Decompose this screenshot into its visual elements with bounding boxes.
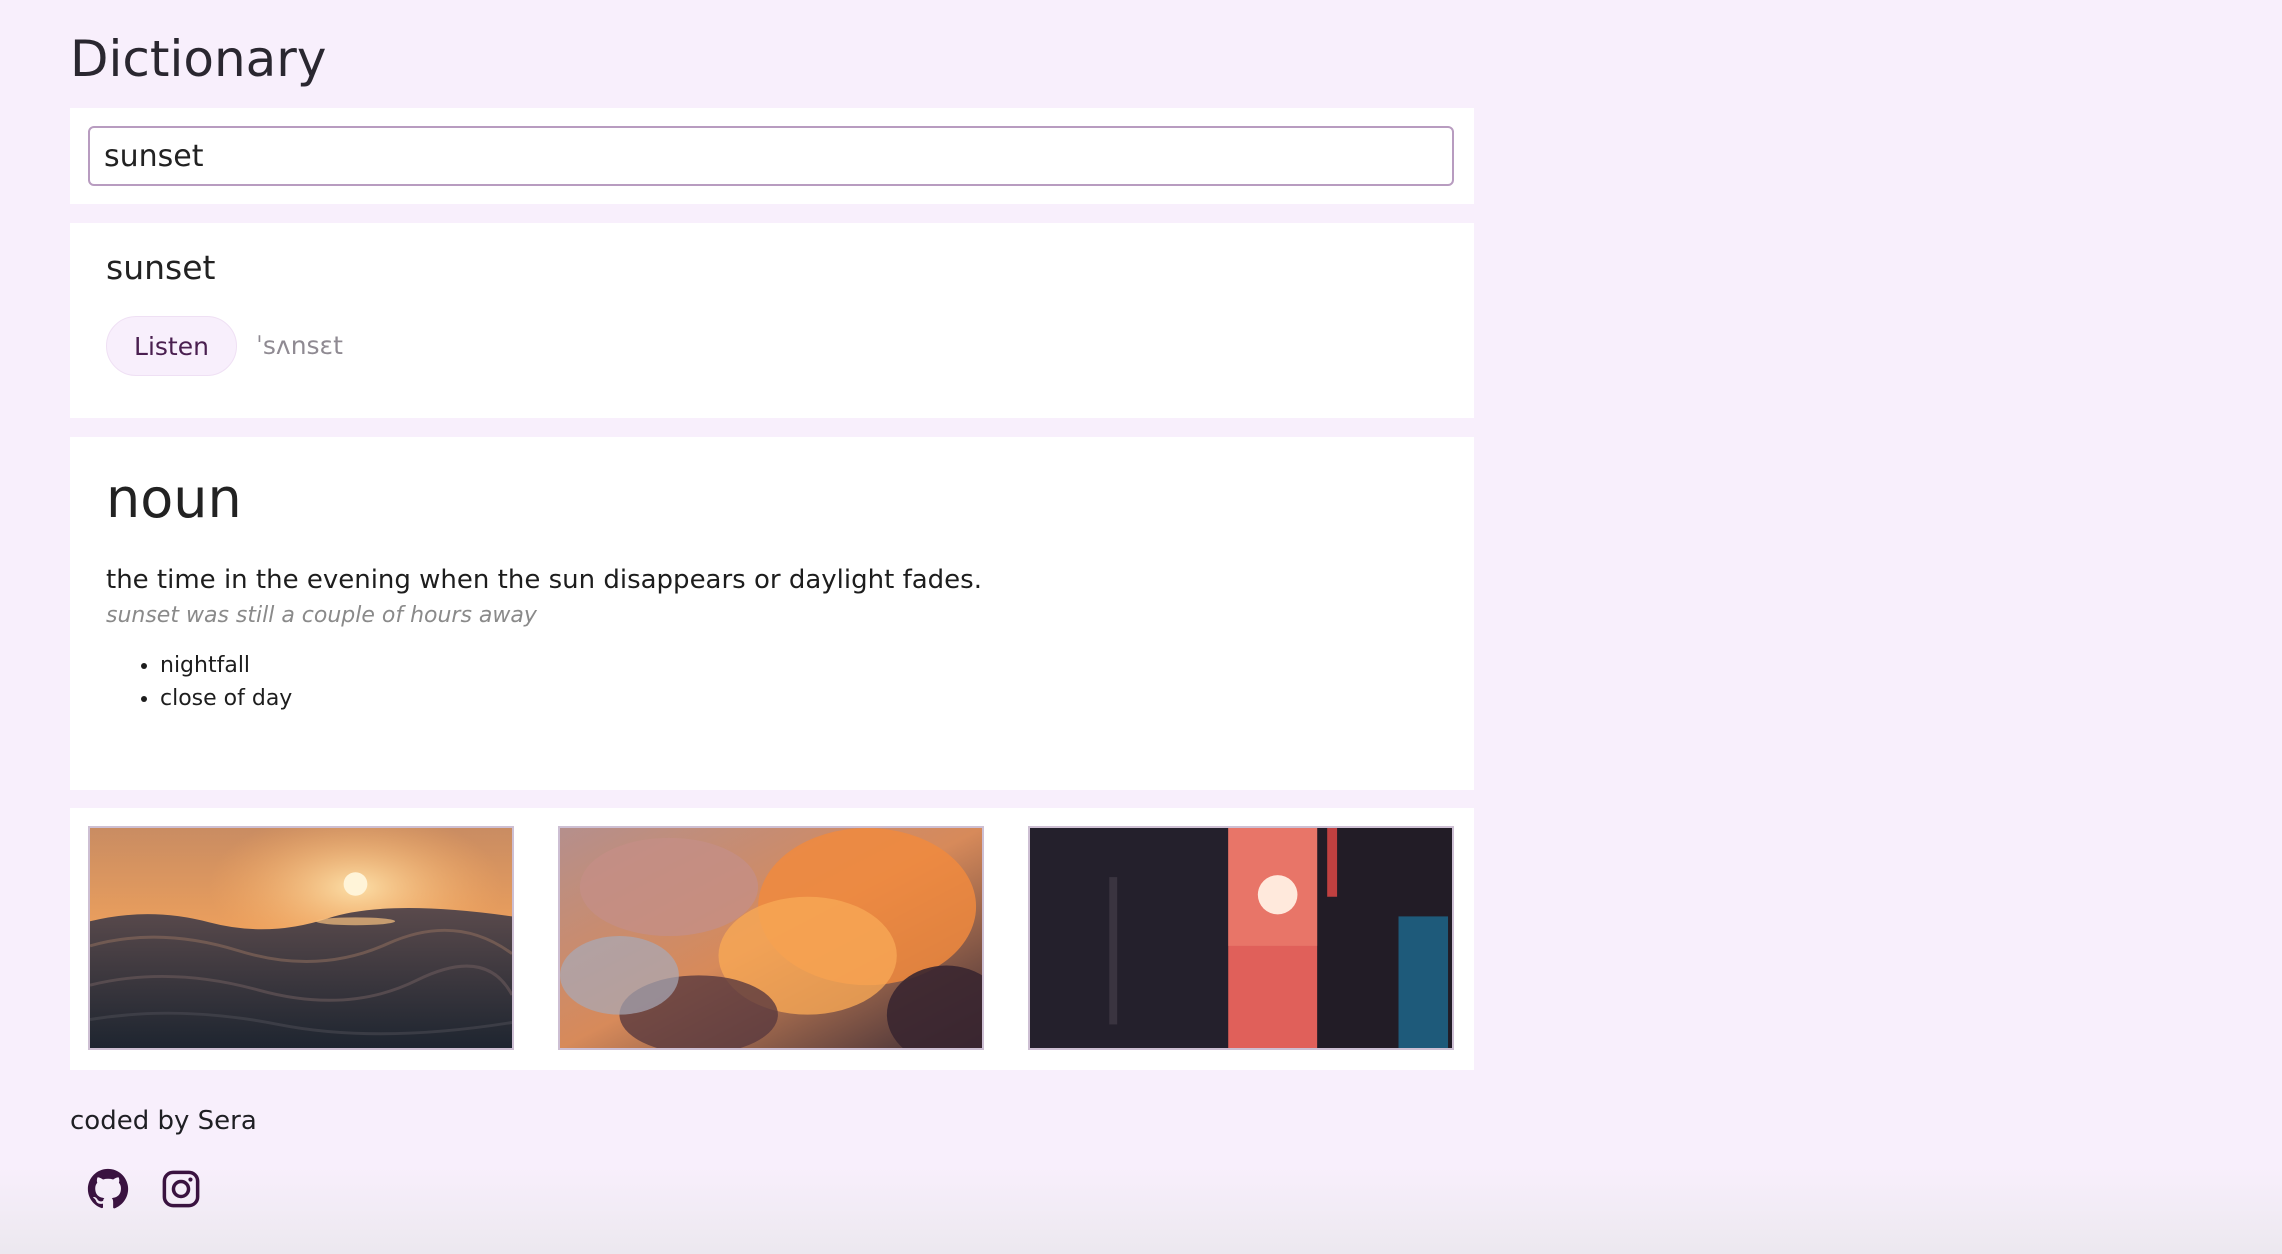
part-of-speech: noun [106, 467, 242, 530]
photos-section [70, 808, 1474, 1070]
meaning-section: noun the time in the evening when the su… [70, 437, 1474, 790]
sunset-clouds-photo[interactable] [558, 826, 984, 1050]
listen-button[interactable]: Listen [106, 316, 237, 376]
synonym-list: nightfall close of day [106, 649, 292, 715]
city-street-sunset-photo[interactable] [1028, 826, 1454, 1050]
word-section: sunset Listen ˈsʌnsɛt [70, 223, 1474, 418]
search-section [70, 108, 1474, 204]
synonym-item: nightfall [160, 649, 292, 682]
github-icon[interactable] [87, 1168, 129, 1210]
sunset-over-ocean-photo[interactable] [88, 826, 514, 1050]
app-title: Dictionary [70, 30, 327, 88]
example-text: sunset was still a couple of hours away [106, 603, 537, 628]
phonetic-text: ˈsʌnsɛt [256, 331, 343, 360]
search-input[interactable] [88, 126, 1454, 186]
instagram-icon[interactable] [160, 1168, 202, 1210]
synonym-item: close of day [160, 682, 292, 715]
definition-text: the time in the evening when the sun dis… [106, 565, 982, 595]
footer-credit: coded by Sera [70, 1106, 257, 1136]
word-heading: sunset [106, 248, 216, 287]
